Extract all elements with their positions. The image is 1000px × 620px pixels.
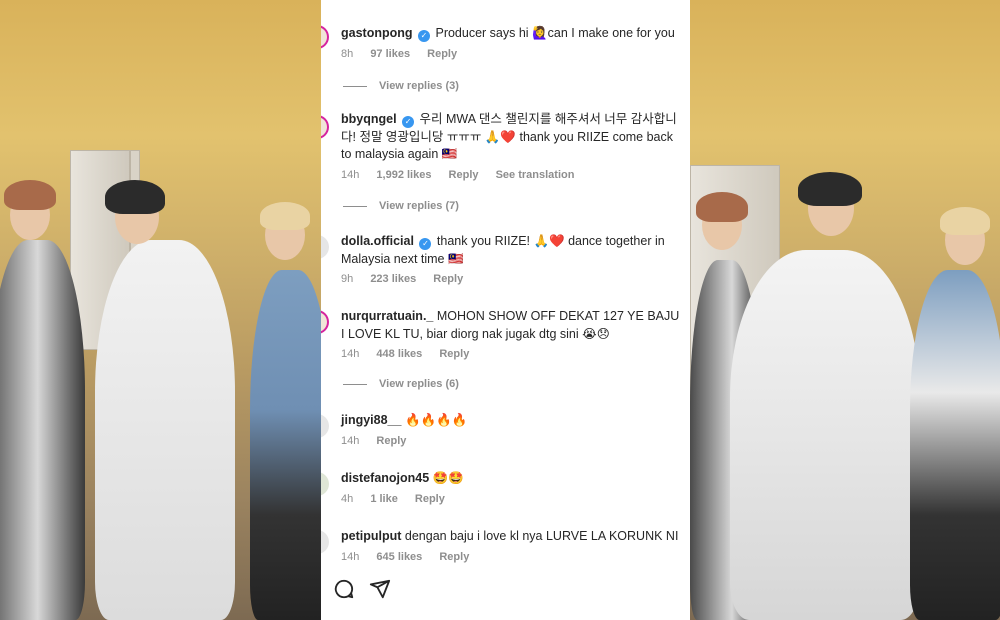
see-translation-button[interactable]: See translation — [496, 169, 575, 181]
reply-button[interactable]: Reply — [427, 48, 457, 60]
reply-button[interactable]: Reply — [439, 348, 469, 360]
reply-button[interactable]: Reply — [433, 273, 463, 285]
comment-meta: 4h 1 like Reply — [341, 493, 690, 505]
comment-body: 🔥🔥🔥🔥 — [404, 413, 468, 427]
comment-text-block: nurqurratuain._ MOHON SHOW OFF DEKAT 127… — [341, 308, 686, 343]
comment-username[interactable]: jingyi88__ — [341, 413, 401, 427]
view-replies-label: View replies (6) — [379, 378, 459, 390]
dancer-figure — [250, 270, 321, 620]
dancer-figure — [910, 270, 1000, 620]
post-actions-bar — [333, 578, 391, 600]
comment-likes[interactable]: 97 likes — [370, 48, 410, 60]
comment-text-block: dolla.official ✓ thank you RIIZE! 🙏❤️ da… — [341, 233, 686, 268]
comment-text-block: petipulput dengan baju i love kl nya LUR… — [341, 528, 686, 546]
comment-username[interactable]: gastonpong — [341, 26, 413, 40]
avatar[interactable] — [321, 310, 329, 334]
dancer-figure — [95, 240, 235, 620]
comment-item: bbyqngel ✓ 우리 MWA 댄스 챌린지를 해주셔서 너무 감사합니다!… — [321, 111, 690, 181]
divider-line — [343, 85, 367, 87]
comment-text-block: jingyi88__ 🔥🔥🔥🔥 — [341, 412, 686, 430]
comment-likes[interactable]: 448 likes — [376, 348, 422, 360]
comment-likes[interactable]: 1 like — [370, 493, 398, 505]
comment-time: 14h — [341, 550, 360, 563]
comment-username[interactable]: petipulput — [341, 529, 401, 543]
comment-meta: 14h Reply — [341, 435, 690, 447]
avatar[interactable] — [321, 472, 329, 496]
comment-item: dolla.official ✓ thank you RIIZE! 🙏❤️ da… — [321, 233, 690, 285]
divider-line — [343, 205, 367, 207]
comment-body: Producer says hi 🙋‍♀️can I make one for … — [435, 26, 675, 40]
dancer-hair — [105, 180, 165, 214]
dancer-figure — [0, 240, 85, 620]
view-replies-button[interactable]: View replies (3) — [343, 80, 459, 92]
reply-button[interactable]: Reply — [376, 435, 406, 447]
reply-button[interactable]: Reply — [415, 493, 445, 505]
comment-text-block: distefanojon45 🤩🤩 — [341, 470, 686, 488]
comment-text-block: bbyqngel ✓ 우리 MWA 댄스 챌린지를 해주셔서 너무 감사합니다!… — [341, 111, 686, 164]
comment-time: 14h — [341, 434, 360, 447]
comment-username[interactable]: nurqurratuain._ — [341, 309, 433, 323]
comment-item: jingyi88__ 🔥🔥🔥🔥 14h Reply — [321, 412, 690, 447]
comment-meta: 14h 448 likes Reply — [341, 348, 690, 360]
view-replies-label: View replies (7) — [379, 200, 459, 212]
verified-badge-icon: ✓ — [418, 30, 430, 42]
comment-meta: 9h 223 likes Reply — [341, 273, 690, 285]
comment-meta: 8h 97 likes Reply — [341, 48, 690, 60]
comment-username[interactable]: dolla.official — [341, 234, 414, 248]
send-icon[interactable] — [369, 578, 391, 600]
background-video-left — [0, 0, 321, 620]
comment-time: 4h — [341, 492, 354, 505]
comment-time: 9h — [341, 273, 354, 285]
comment-body: 🤩🤩 — [432, 471, 464, 485]
comment-body: dengan baju i love kl nya LURVE LA KORUN… — [404, 529, 679, 543]
comment-meta: 14h 1,992 likes Reply See translation — [341, 169, 690, 181]
avatar[interactable] — [321, 530, 329, 554]
dancer-hair — [798, 172, 862, 206]
dancer-hair — [260, 202, 310, 230]
comment-time: 14h — [341, 348, 360, 360]
comment-text-block: gastonpong ✓ Producer says hi 🙋‍♀️can I … — [341, 25, 686, 43]
reply-button[interactable]: Reply — [449, 169, 479, 181]
verified-badge-icon: ✓ — [402, 116, 415, 128]
view-replies-button[interactable]: View replies (6) — [343, 378, 459, 390]
divider-line — [343, 383, 367, 385]
dancer-hair — [940, 207, 990, 235]
comment-time: 14h — [341, 168, 360, 181]
comment-username[interactable]: bbyqngel — [341, 112, 397, 126]
comments-panel: gastonpong ✓ Producer says hi 🙋‍♀️can I … — [321, 0, 690, 620]
comment-likes[interactable]: 1,992 likes — [376, 169, 431, 181]
comment-time: 8h — [341, 47, 354, 60]
comment-item: gastonpong ✓ Producer says hi 🙋‍♀️can I … — [321, 25, 690, 60]
view-replies-button[interactable]: View replies (7) — [343, 200, 459, 212]
comment-meta: 14h 645 likes Reply — [341, 551, 690, 563]
avatar[interactable] — [321, 414, 329, 438]
comment-item: distefanojon45 🤩🤩 4h 1 like Reply — [321, 470, 690, 505]
view-replies-label: View replies (3) — [379, 80, 459, 92]
dancer-figure — [730, 250, 920, 620]
comment-icon[interactable] — [333, 578, 355, 600]
comment-username[interactable]: distefanojon45 — [341, 471, 429, 485]
avatar[interactable] — [321, 115, 329, 139]
dancer-hair — [4, 180, 56, 210]
comment-likes[interactable]: 223 likes — [370, 273, 416, 285]
comment-likes[interactable]: 645 likes — [376, 551, 422, 563]
avatar[interactable] — [321, 25, 329, 49]
background-video-right — [690, 0, 1000, 620]
comment-item: nurqurratuain._ MOHON SHOW OFF DEKAT 127… — [321, 308, 690, 360]
verified-badge-icon: ✓ — [419, 238, 432, 250]
dancer-hair — [696, 192, 748, 222]
avatar[interactable] — [321, 235, 329, 259]
reply-button[interactable]: Reply — [439, 551, 469, 563]
comment-item: petipulput dengan baju i love kl nya LUR… — [321, 528, 690, 563]
